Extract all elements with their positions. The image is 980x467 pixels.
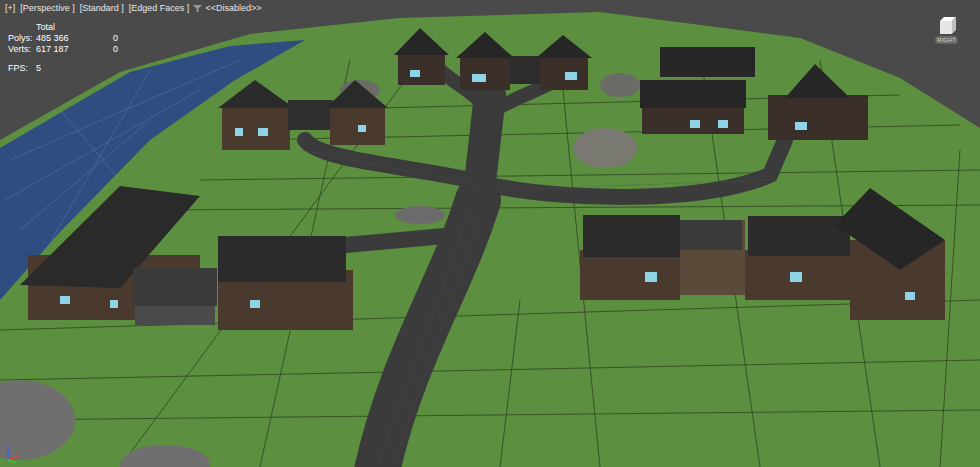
- viewport-menu[interactable]: [Perspective ]: [19, 2, 76, 14]
- stats-total: 485 366: [36, 33, 98, 44]
- stats-spacer: [8, 22, 36, 33]
- stats-selected: 0: [98, 33, 118, 44]
- viewport-menu[interactable]: [Edged Faces ]: [128, 2, 191, 14]
- perspective-viewport[interactable]: [+][Perspective ][Standard ][Edged Faces…: [0, 0, 980, 467]
- filter-icon[interactable]: [193, 4, 202, 13]
- viewport-label-bar: [+][Perspective ][Standard ][Edged Faces…: [4, 2, 261, 14]
- axis-gizmo: [8, 446, 20, 463]
- fps-label: FPS:: [8, 63, 28, 74]
- viewcube-face-label[interactable]: RIGHT: [935, 36, 958, 44]
- cube-icon[interactable]: [936, 16, 958, 36]
- viewport-menu[interactable]: [Standard ]: [79, 2, 125, 14]
- stats-selected: 0: [98, 44, 118, 55]
- scene-view[interactable]: [0, 0, 980, 467]
- fps-readout: FPS: 5: [8, 63, 41, 74]
- statistics-panel: TotalPolys:485 3660 Verts:617 1870: [8, 22, 118, 55]
- stats-label: Verts:: [8, 44, 36, 55]
- stats-spacer: [98, 22, 118, 33]
- filter-status[interactable]: <<Disabled>>: [205, 2, 261, 14]
- stats-label: Polys:: [8, 33, 36, 44]
- stats-header: Total: [36, 22, 98, 33]
- viewport-menu[interactable]: [+]: [4, 2, 16, 14]
- viewcube[interactable]: RIGHT: [935, 16, 958, 44]
- stats-total: 617 187: [36, 44, 98, 55]
- fps-value: 5: [36, 63, 41, 74]
